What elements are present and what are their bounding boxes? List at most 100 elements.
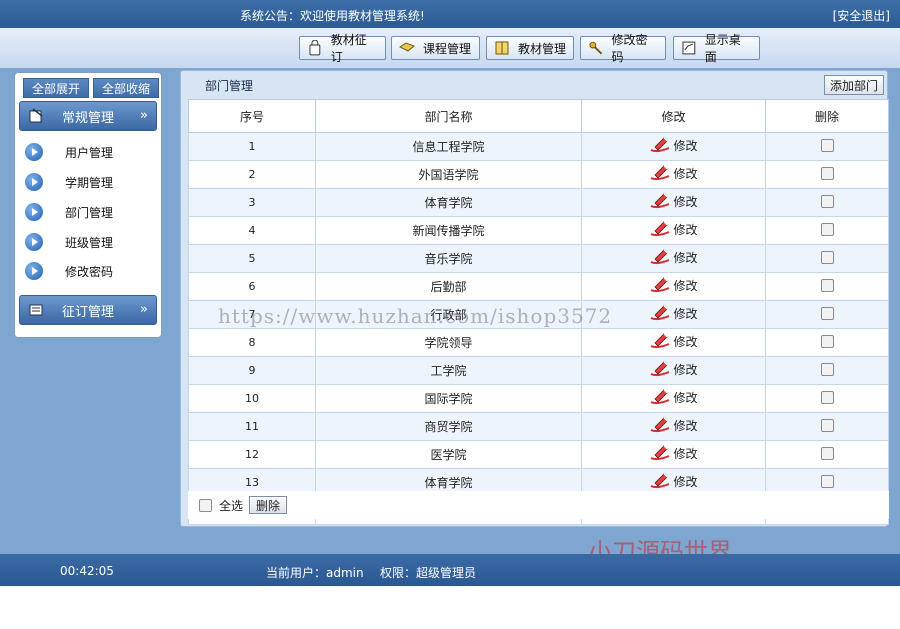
current-user-text: 当前用户：admin [266, 566, 364, 580]
row-checkbox[interactable] [820, 250, 834, 264]
pencil-icon [651, 389, 670, 405]
pencil-icon [651, 221, 670, 237]
change-password-button[interactable]: 修改密码 [580, 33, 666, 64]
order-textbook-button[interactable]: 教材征订 [299, 33, 386, 64]
status-bar: 00:42:05 当前用户：admin 权限：超级管理员 [0, 554, 900, 586]
row-id: 12 [188, 440, 316, 469]
row-checkbox[interactable] [820, 306, 834, 320]
edit-link[interactable]: 修改 [649, 164, 698, 182]
row-id: 1 [188, 132, 316, 161]
sidebar-group-general[interactable]: 常规管理 » [19, 101, 157, 131]
row-checkbox[interactable] [820, 446, 834, 460]
row-name: 工学院 [315, 356, 582, 385]
row-checkbox[interactable] [820, 418, 834, 432]
sidebar-item-departments[interactable]: 部门管理 [25, 201, 155, 223]
sidebar-group-orders[interactable]: 征订管理 » [19, 295, 157, 325]
expand-all-button[interactable]: 全部展开 [23, 78, 89, 98]
edit-link[interactable]: 修改 [649, 192, 698, 210]
row-name: 学院领导 [315, 328, 582, 357]
row-name: 医学院 [315, 440, 582, 469]
row-name: 外国语学院 [315, 160, 582, 189]
tag-icon [399, 42, 415, 52]
play-icon [25, 203, 43, 221]
top-bar: 系统公告：欢迎使用教材管理系统! [安全退出] [0, 0, 900, 28]
edit-link[interactable]: 修改 [649, 248, 698, 266]
sidebar-item-terms[interactable]: 学期管理 [25, 171, 155, 193]
sidebar: 全部展开 全部收缩 常规管理 » 用户管理 学期管理 部门管理 班级管理 修改密… [14, 72, 162, 338]
delete-button[interactable]: 删除 [249, 496, 288, 514]
pencil-icon [651, 333, 670, 349]
row-checkbox[interactable] [820, 474, 834, 488]
toolbar: 教材征订 课程管理 教材管理 修改密码 显示桌面 [0, 28, 900, 68]
row-id: 11 [188, 412, 316, 441]
edit-link[interactable]: 修改 [649, 220, 698, 238]
edit-link[interactable]: 修改 [649, 416, 698, 434]
book-icon [495, 41, 509, 55]
row-name: 信息工程学院 [315, 132, 582, 161]
row-name: 后勤部 [315, 272, 582, 301]
pencil-icon [651, 417, 670, 433]
row-id: 2 [188, 160, 316, 189]
row-checkbox[interactable] [820, 222, 834, 236]
sidebar-item-classes[interactable]: 班级管理 [25, 231, 155, 253]
bag-icon [309, 40, 321, 56]
edit-link[interactable]: 修改 [649, 136, 698, 154]
row-name: 商贸学院 [315, 412, 582, 441]
role-text: 权限：超级管理员 [380, 566, 477, 580]
select-all-checkbox[interactable] [199, 498, 212, 512]
textbook-management-button[interactable]: 教材管理 [486, 36, 574, 60]
system-notice: 系统公告：欢迎使用教材管理系统! [240, 9, 425, 23]
play-icon [25, 173, 43, 191]
notebook-icon [29, 108, 43, 123]
select-all-label: 全选 [219, 498, 244, 513]
pencil-icon [651, 305, 670, 321]
table-row: 6 后勤部 修改 [188, 272, 889, 301]
table-footer: 全选 删除 [188, 491, 889, 519]
table-row: 12 医学院 修改 [188, 440, 889, 469]
table-row: 11 商贸学院 修改 [188, 412, 889, 441]
table-row: 4 新闻传播学院 修改 [188, 216, 889, 245]
edit-link[interactable]: 修改 [649, 360, 698, 378]
row-checkbox[interactable] [820, 362, 834, 376]
desktop-icon [682, 41, 696, 55]
row-name: 国际学院 [315, 384, 582, 413]
column-header-name: 部门名称 [315, 99, 582, 133]
collapse-all-button[interactable]: 全部收缩 [93, 78, 159, 98]
row-checkbox[interactable] [820, 194, 834, 208]
sidebar-item-change-password[interactable]: 修改密码 [25, 260, 155, 282]
pencil-icon [651, 165, 670, 181]
edit-link[interactable]: 修改 [649, 472, 698, 490]
chevron-right-icon: » [140, 302, 148, 317]
edit-link[interactable]: 修改 [649, 388, 698, 406]
row-name: 新闻传播学院 [315, 216, 582, 245]
row-checkbox[interactable] [820, 138, 834, 152]
show-desktop-button[interactable]: 显示桌面 [673, 33, 760, 64]
row-id: 6 [188, 272, 316, 301]
row-checkbox[interactable] [820, 278, 834, 292]
column-header-id: 序号 [188, 99, 316, 133]
table-row: 3 体育学院 修改 [188, 188, 889, 217]
logout-link[interactable]: [安全退出] [833, 7, 890, 24]
row-id: 4 [188, 216, 316, 245]
edit-link[interactable]: 修改 [649, 332, 698, 350]
edit-link[interactable]: 修改 [649, 444, 698, 462]
play-icon [25, 262, 43, 280]
url-watermark: https://www.huzhan.com/ishop3572 [218, 304, 613, 328]
edit-link[interactable]: 修改 [649, 304, 698, 322]
pencil-icon [651, 361, 670, 377]
pencil-icon [651, 473, 670, 489]
pencil-icon [651, 137, 670, 153]
edit-link[interactable]: 修改 [649, 276, 698, 294]
table-row: 5 音乐学院 修改 [188, 244, 889, 273]
play-icon [25, 233, 43, 251]
row-name: 体育学院 [315, 188, 582, 217]
row-checkbox[interactable] [820, 166, 834, 180]
row-checkbox[interactable] [820, 390, 834, 404]
table-row: 2 外国语学院 修改 [188, 160, 889, 189]
course-management-button[interactable]: 课程管理 [391, 36, 480, 60]
row-checkbox[interactable] [820, 334, 834, 348]
sidebar-item-users[interactable]: 用户管理 [25, 141, 155, 163]
column-header-delete: 删除 [765, 99, 889, 133]
add-department-button[interactable]: 添加部门 [823, 75, 884, 95]
table-row: 10 国际学院 修改 [188, 384, 889, 413]
